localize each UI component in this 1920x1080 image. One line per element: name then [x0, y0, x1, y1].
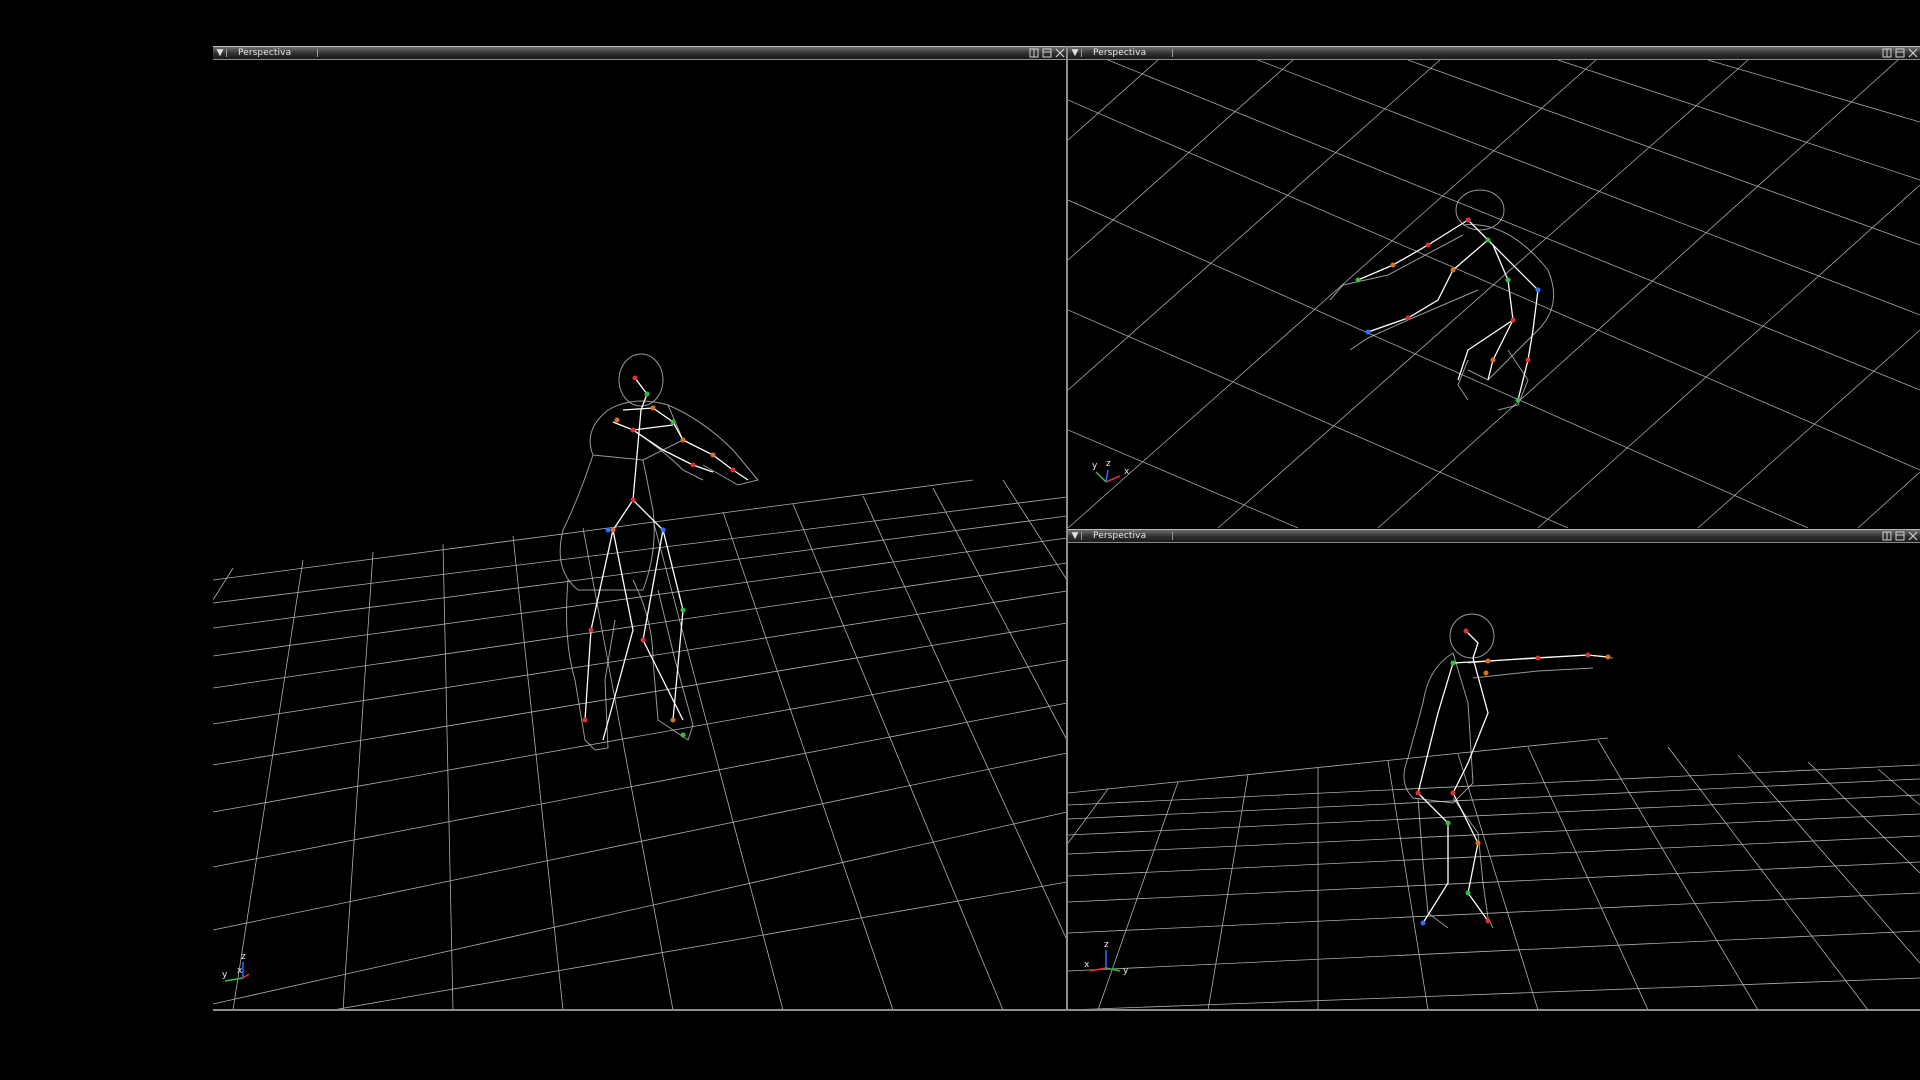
axis-x-label: x: [1124, 467, 1130, 477]
ground-grid: [213, 479, 1067, 1010]
scene-3d[interactable]: y z x: [213, 60, 1067, 1010]
close-icon[interactable]: [1055, 48, 1065, 58]
human-mesh[interactable]: [1403, 613, 1614, 929]
joint-markers[interactable]: [1355, 217, 1541, 403]
axis-y-label: y: [1123, 966, 1129, 976]
axis-y-label: y: [222, 970, 228, 980]
header-separator: [1081, 49, 1082, 57]
split-view-icon[interactable]: [1029, 48, 1039, 58]
ground-grid: [1068, 737, 1920, 1010]
viewport-header: ▼ Perspectiva: [213, 46, 1067, 60]
viewport-main[interactable]: ▼ Perspectiva y z x: [213, 46, 1067, 1010]
maximize-icon[interactable]: [1042, 48, 1052, 58]
triangle-down-icon[interactable]: ▼: [215, 47, 225, 59]
axis-y-label: y: [1092, 461, 1098, 471]
close-icon[interactable]: [1908, 48, 1918, 58]
ground-grid: [1068, 60, 1920, 528]
viewport-bottom-right[interactable]: ▼ Perspectiva x y z: [1068, 529, 1920, 1010]
scene-3d[interactable]: x y z: [1068, 543, 1920, 1010]
axis-z-label: z: [241, 952, 246, 962]
axis-z-label: z: [1106, 459, 1111, 469]
header-separator: [1081, 532, 1082, 540]
viewport-top-right[interactable]: ▼ Perspectiva x y z: [1068, 46, 1920, 528]
axis-x-label: x: [1084, 960, 1090, 970]
header-separator: [226, 49, 227, 57]
viewport-title: Perspectiva: [1093, 48, 1147, 58]
split-view-icon[interactable]: [1882, 48, 1892, 58]
viewport-title: Perspectiva: [1093, 531, 1147, 541]
viewport-header: ▼ Perspectiva: [1068, 46, 1920, 60]
skeleton-bones: [584, 377, 749, 741]
human-mesh[interactable]: [1329, 189, 1555, 411]
maximize-icon[interactable]: [1895, 48, 1905, 58]
header-separator: [1172, 532, 1173, 540]
scene-3d[interactable]: x y z: [1068, 60, 1920, 528]
axis-z-label: z: [1104, 940, 1109, 950]
header-separator: [1172, 49, 1173, 57]
header-separator: [317, 49, 318, 57]
viewport-header: ▼ Perspectiva: [1068, 529, 1920, 543]
viewport-canvas[interactable]: x y z: [1068, 60, 1920, 528]
close-icon[interactable]: [1908, 531, 1918, 541]
axis-gizmo: x y z: [1084, 940, 1129, 976]
viewport-divider-vertical[interactable]: [1066, 46, 1068, 1010]
viewport-title: Perspectiva: [238, 48, 292, 58]
skeleton-bones: [1417, 630, 1609, 924]
triangle-down-icon[interactable]: ▼: [1070, 47, 1080, 59]
viewport-bottom-edge: [213, 1009, 1920, 1011]
triangle-down-icon[interactable]: ▼: [1070, 530, 1080, 542]
axis-gizmo: y z x: [222, 952, 250, 982]
split-view-icon[interactable]: [1882, 531, 1892, 541]
axis-x-label: x: [237, 966, 243, 976]
viewport-canvas[interactable]: y z x: [213, 60, 1067, 1010]
maximize-icon[interactable]: [1895, 531, 1905, 541]
viewport-canvas[interactable]: x y z: [1068, 543, 1920, 1010]
